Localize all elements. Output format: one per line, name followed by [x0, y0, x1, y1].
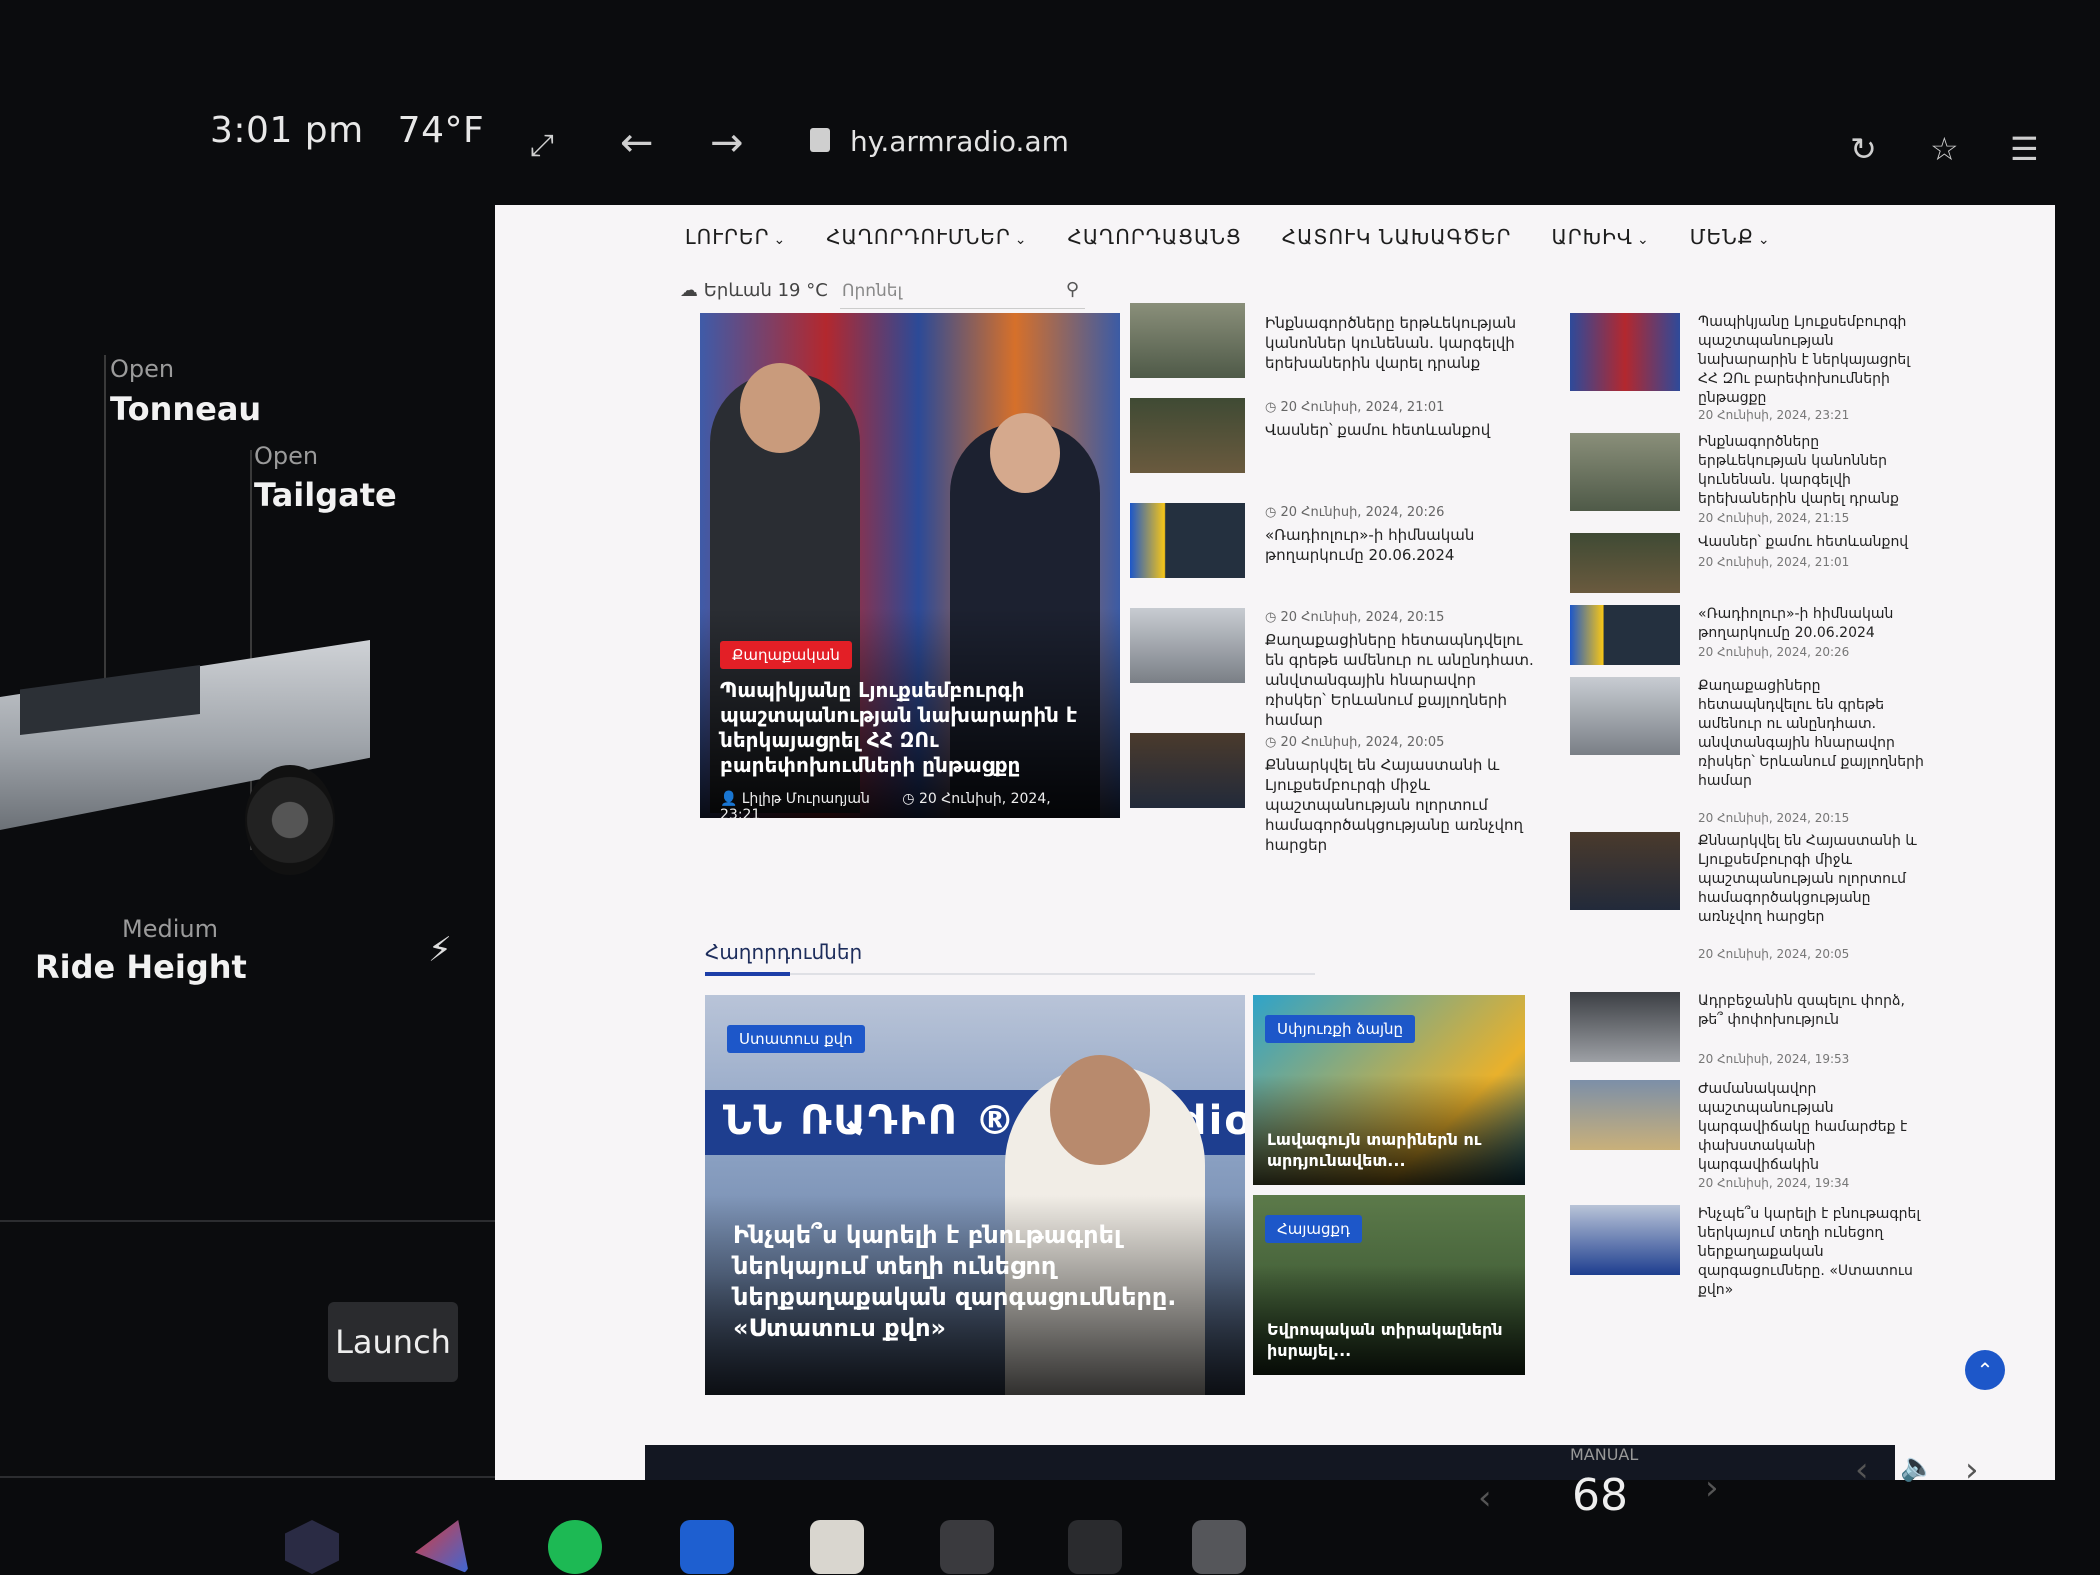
outside-temperature: 74°F: [397, 110, 485, 151]
sidebar-news-list: Պապիկյանը Լյուքսեմբուրգի պաշտպանության ն…: [1570, 313, 1930, 1298]
charge-port-icon[interactable]: ⚡: [428, 930, 452, 970]
list-item[interactable]: Վասներ՝ քամու հետևանքով 20 Հունիսի, 2024…: [1570, 533, 1930, 605]
thumbnail[interactable]: [1570, 992, 1680, 1062]
list-item[interactable]: «Ռադիոլուր»-ի հիմնական թողարկումը 20.06.…: [1570, 605, 1930, 677]
ride-height-label[interactable]: Ride Height: [35, 948, 247, 986]
list-item[interactable]: Ադրբեջանին զսպելու փորձ, թե՞ փոփոխությու…: [1570, 992, 1930, 1080]
list-item[interactable]: Ինքնագործները երթևեկության կանոններ կուն…: [1130, 303, 1530, 398]
thumbnail[interactable]: [1570, 1080, 1680, 1150]
star-icon[interactable]: ☆: [1930, 130, 1959, 168]
latest-news-list: Ինքնագործները երթևեկության կանոններ կուն…: [1130, 303, 1534, 854]
hero-article[interactable]: Քաղաքական Պապիկյանը Լյուքսեմբուրգի պաշտպ…: [700, 313, 1120, 818]
section-title[interactable]: Հաղորդումներ: [705, 940, 862, 964]
thumbnail[interactable]: [1570, 313, 1680, 391]
tonneau-button[interactable]: Tonneau: [110, 390, 261, 428]
category-badge[interactable]: Քաղաքական: [720, 641, 852, 669]
tonneau-action[interactable]: Open: [110, 355, 174, 383]
web-page: ԼՈՒՐԵՐ ⌄ ՀԱՂՈՐԴՈՒՄՆԵՐ ⌄ ՀԱՂՈՐԴԱՑԱՆՑ ՀԱՏՈՒԿ…: [495, 205, 2055, 1485]
thumbnail[interactable]: [1130, 503, 1245, 578]
hero-title[interactable]: Պապիկյանը Լյուքսեմբուրգի պաշտպանության ն…: [720, 678, 1100, 778]
weather-text: Երևան 19 °C: [703, 280, 828, 301]
status-bar: 3:01 pm 74°F: [210, 110, 506, 151]
search-icon[interactable]: ⚲: [1066, 279, 1079, 300]
chevron-down-icon: ⌄: [1636, 232, 1650, 248]
thumbnail[interactable]: [1130, 398, 1245, 473]
list-item[interactable]: ◷ 20 Հունիսի, 2024, 20:15 Քաղաքացիները հ…: [1130, 608, 1534, 733]
fullscreen-icon[interactable]: ⤢: [530, 128, 554, 163]
spotify-icon[interactable]: [548, 1520, 602, 1574]
list-item[interactable]: ◷ 20 Հունիսի, 2024, 20:26 «Ռադիոլուր»-ի …: [1130, 503, 1530, 608]
thumbnail[interactable]: [1570, 605, 1680, 665]
tabs-icon[interactable]: ☰: [2010, 130, 2039, 168]
browser-toolbar: ⤢ ← → hy.armradio.am ↻ ☆ ☰: [520, 100, 2100, 180]
volume-up-arrow-icon[interactable]: ›: [1965, 1450, 1979, 1490]
weather-widget: ☁ Երևան 19 °C: [680, 280, 828, 301]
list-item[interactable]: Քննարկվել են Հայաստանի և Լյուքսեմբուրգի …: [1570, 832, 1930, 992]
temp-down-arrow-icon[interactable]: ‹: [1478, 1478, 1492, 1518]
thumbnail[interactable]: [1130, 733, 1245, 808]
list-item[interactable]: Պապիկյանը Լյուքսեմբուրգի պաշտպանության ն…: [1570, 313, 1930, 433]
thumbnail[interactable]: [1130, 303, 1245, 378]
list-item[interactable]: Քաղաքացիները հետապնդվելու են գրեթե ամենո…: [1570, 677, 1930, 832]
browser-app-icon[interactable]: [1192, 1520, 1246, 1574]
thumbnail[interactable]: [1130, 608, 1245, 683]
category-badge[interactable]: Հայացքդ: [1265, 1215, 1363, 1243]
clock: 3:01 pm: [210, 110, 364, 151]
program-card[interactable]: Հայացքդ Եվրոպական տիրակալներն իսրայել...: [1253, 1195, 1525, 1375]
list-item[interactable]: Ինչպե՞ս կարելի է բնութագրել ներկայում տե…: [1570, 1205, 1930, 1298]
cabin-temperature[interactable]: 68: [1572, 1470, 1628, 1521]
chevron-down-icon: ⌄: [1014, 232, 1028, 248]
ride-height-value[interactable]: Medium: [122, 915, 218, 943]
nav-news[interactable]: ԼՈՒՐԵՐ ⌄: [685, 225, 786, 249]
tailgate-button[interactable]: Tailgate: [254, 476, 397, 514]
list-item[interactable]: Ժամանակավոր պաշտպանության կարգավիճակը հա…: [1570, 1080, 1930, 1205]
temp-up-arrow-icon[interactable]: ›: [1705, 1468, 1719, 1508]
featured-program-title[interactable]: Ինչպե՞ս կարելի է բնութագրել ներկայում տե…: [733, 1220, 1233, 1344]
author-icon: 👤 Լիլիթ Մուրադյան: [720, 791, 870, 807]
calendar-icon[interactable]: [810, 1520, 864, 1574]
search-input[interactable]: Որոնել ⚲: [840, 273, 1085, 309]
volume-down-arrow-icon[interactable]: ‹: [1855, 1450, 1869, 1490]
category-badge[interactable]: Սփյուռքի ձայնը: [1265, 1015, 1416, 1043]
thumbnail[interactable]: [1570, 433, 1680, 511]
thumbnail[interactable]: [1570, 533, 1680, 593]
thumbnail[interactable]: [1570, 677, 1680, 755]
list-item[interactable]: ◷ 20 Հունիսի, 2024, 21:01 Վասներ՝ քամու …: [1130, 398, 1530, 503]
thumbnail[interactable]: [1570, 832, 1680, 910]
list-item[interactable]: Ինքնագործները երթևեկության կանոններ կուն…: [1570, 433, 1930, 533]
address-bar[interactable]: hy.armradio.am: [810, 125, 1069, 158]
nav-programs[interactable]: ՀԱՂՈՐԴՈՒՄՆԵՐ ⌄: [826, 225, 1027, 249]
more-apps-icon[interactable]: [1068, 1520, 1122, 1574]
list-item[interactable]: ◷ 20 Հունիսի, 2024, 20:05 Քննարկվել են Հ…: [1130, 733, 1530, 854]
program-card-title[interactable]: Եվրոպական տիրակալներն իսրայել...: [1267, 1319, 1517, 1361]
site-nav: ԼՈՒՐԵՐ ⌄ ՀԱՂՈՐԴՈՒՄՆԵՐ ⌄ ՀԱՂՈՐԴԱՑԱՆՑ ՀԱՏՈՒԿ…: [685, 225, 1771, 249]
program-card[interactable]: Սփյուռքի ձայնը Լավագույն տարիներն ու արդ…: [1253, 995, 1525, 1185]
scroll-to-top-button[interactable]: ⌃: [1965, 1350, 2005, 1390]
launch-button[interactable]: Launch: [328, 1302, 458, 1382]
nav-special-projects[interactable]: ՀԱՏՈՒԿ ՆԱԽԱԳԾԵՐ: [1282, 225, 1512, 249]
url-text: hy.armradio.am: [850, 125, 1069, 158]
search-placeholder: Որոնել: [842, 281, 903, 301]
volume-icon[interactable]: 🔈: [1900, 1450, 1935, 1483]
nav-archive[interactable]: ԱՐԽԻՎ ⌄: [1551, 225, 1649, 249]
nav-schedule[interactable]: ՀԱՂՈՐԴԱՑԱՆՑ: [1068, 225, 1242, 249]
climate-mode: MANUAL: [1570, 1445, 1639, 1464]
tailgate-action[interactable]: Open: [254, 442, 318, 470]
vehicle-image: [0, 580, 380, 910]
bluetooth-icon[interactable]: [680, 1520, 734, 1574]
category-badge[interactable]: Ստատուս քվո: [727, 1025, 865, 1053]
hero-meta: 👤 Լիլիթ Մուրադյան ◷ 20 Հունիսի, 2024, 23…: [720, 791, 1120, 818]
featured-program-card[interactable]: ՆՆ ՌԱԴԻՈ ® armradio.am Ստատուս քվո Ինչպե…: [705, 995, 1245, 1395]
section-underline: [705, 972, 790, 976]
program-card-title[interactable]: Լավագույն տարիներն ու արդյունավետ...: [1267, 1129, 1517, 1171]
thumbnail[interactable]: [1570, 1205, 1680, 1275]
theater-icon[interactable]: [940, 1520, 994, 1574]
chevron-down-icon: ⌄: [773, 232, 787, 248]
back-arrow-icon[interactable]: ←: [620, 120, 654, 166]
reload-icon[interactable]: ↻: [1850, 130, 1877, 168]
nav-about[interactable]: ՄԵՆՔ ⌄: [1690, 225, 1771, 249]
forward-arrow-icon[interactable]: →: [710, 120, 744, 166]
chevron-down-icon: ⌄: [1757, 232, 1771, 248]
section-divider: [705, 973, 1315, 975]
